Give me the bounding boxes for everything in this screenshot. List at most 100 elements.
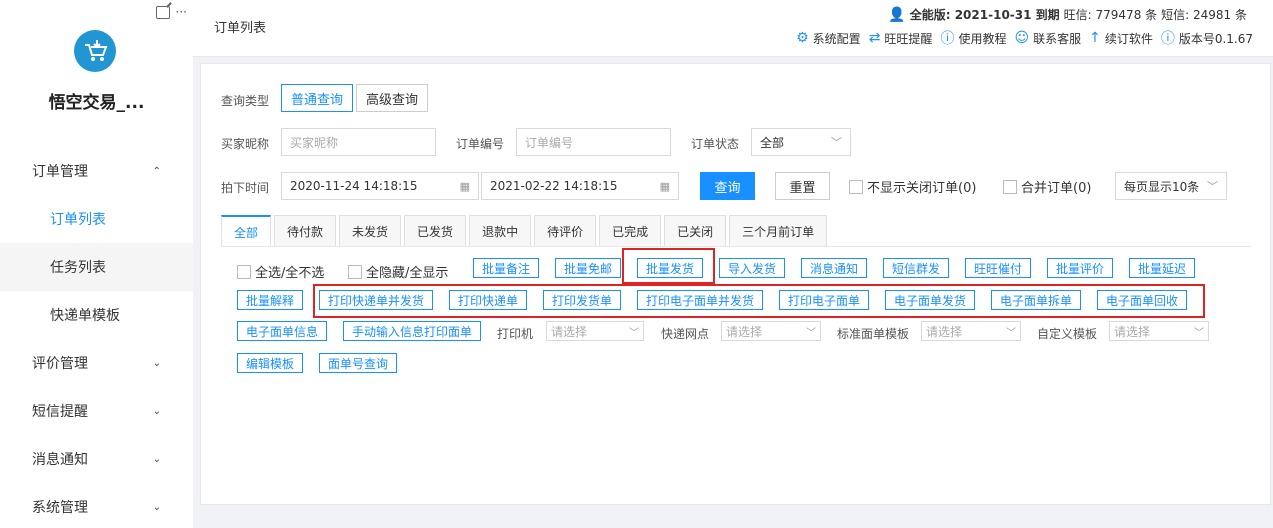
printer-label: 打印机: [497, 327, 534, 341]
wangwang-reminder-link[interactable]: ⇄ 旺旺提醒: [869, 30, 933, 47]
link-label: 使用教程: [958, 31, 1007, 46]
menu-order-management[interactable]: 订单管理 ⌃: [0, 147, 193, 195]
tab-shipped[interactable]: 已发货: [404, 215, 467, 247]
custom-template-label: 自定义模板: [1037, 327, 1098, 341]
checkbox-label: 合并订单(0): [1021, 181, 1092, 196]
search-button[interactable]: 查询: [700, 172, 755, 200]
checkbox-box[interactable]: [348, 264, 362, 279]
tab-pending-review[interactable]: 待评价: [534, 215, 597, 247]
app-name: 悟空交易_...: [48, 93, 145, 113]
tab-pending-payment[interactable]: 待付款: [274, 215, 337, 247]
status-tabs: 全部 待付款 未发货 已发货 退款中 待评价 已完成 已关闭 三个月前订单: [221, 215, 828, 247]
tutorial-link[interactable]: ⓘ 使用教程: [940, 28, 1006, 48]
wangwang-urge-button[interactable]: 旺旺催付: [965, 258, 1032, 278]
hide-all-checkbox[interactable]: 全隐藏/全显示: [348, 262, 448, 281]
highlight-print-actions: [313, 284, 1205, 318]
buyer-nick-input[interactable]: 买家昵称: [281, 128, 436, 156]
account-info: 👤 全能版: 2021-10-31 到期 旺信: 779478 条 短信: 24…: [888, 6, 1247, 23]
import-ship-button[interactable]: 导入发货: [719, 258, 786, 278]
tab-refunding[interactable]: 退款中: [469, 215, 532, 247]
menu-label: 快递单模板: [50, 308, 120, 324]
printer-select[interactable]: 请选择 ﹀: [546, 321, 644, 341]
batch-free-shipping-button[interactable]: 批量免邮: [555, 258, 622, 278]
checkbox-box[interactable]: [1003, 179, 1017, 194]
manual-print-waybill-button[interactable]: 手动输入信息打印面单: [343, 321, 482, 341]
reset-button[interactable]: 重置: [775, 172, 830, 200]
menu-review-management[interactable]: 评价管理 ⌄: [0, 339, 193, 387]
checkbox-box[interactable]: [237, 264, 251, 279]
menu-label: 订单列表: [50, 212, 106, 228]
order-no-label: 订单编号: [456, 137, 505, 151]
checkbox-label: 全选/全不选: [255, 266, 325, 281]
checkbox-box[interactable]: [849, 179, 863, 194]
wangxin-count: 旺信: 779478 条: [1063, 8, 1158, 22]
placeholder: 买家昵称: [290, 135, 339, 150]
batch-delay-button[interactable]: 批量延迟: [1129, 258, 1196, 278]
arrow-up-icon: ↑: [1089, 30, 1101, 46]
menu-message-notice[interactable]: 消息通知 ⌄: [0, 435, 193, 483]
chevron-down-icon: ⌄: [152, 405, 161, 417]
order-status-select[interactable]: 全部 ﹀: [751, 128, 851, 156]
menu-sms-reminder[interactable]: 短信提醒 ⌄: [0, 387, 193, 435]
order-no-input[interactable]: 订单编号: [516, 128, 671, 156]
merge-orders-checkbox[interactable]: 合并订单(0): [1003, 177, 1091, 196]
advanced-query-button[interactable]: 高级查询: [356, 84, 428, 112]
menu-express-template[interactable]: 快递单模板: [0, 291, 193, 339]
standard-template-select[interactable]: 请选择 ﹀: [921, 321, 1021, 341]
renew-link[interactable]: ↑ 续订软件: [1089, 30, 1153, 47]
start-time-input[interactable]: 2020-11-24 14:18:15 ▦: [281, 172, 479, 200]
system-config-link[interactable]: ⚙ 系统配置: [796, 30, 861, 47]
checkbox-label: 全隐藏/全显示: [366, 266, 449, 281]
order-time-label: 拍下时间: [221, 181, 270, 195]
hide-closed-checkbox[interactable]: 不显示关闭订单(0): [849, 177, 976, 196]
more-icon[interactable]: ···: [176, 4, 187, 20]
edit-icon[interactable]: [155, 5, 170, 19]
message-notice-button[interactable]: 消息通知: [801, 258, 868, 278]
menu-label: 消息通知: [32, 452, 88, 468]
end-time-input[interactable]: 2021-02-22 14:18:15 ▦: [481, 172, 679, 200]
edit-template-button[interactable]: 编辑模板: [237, 353, 304, 373]
custom-template-select[interactable]: 请选择 ﹀: [1109, 321, 1209, 341]
tab-three-months-ago[interactable]: 三个月前订单: [729, 215, 828, 247]
tab-all[interactable]: 全部: [221, 215, 272, 247]
waybill-no-query-button[interactable]: 面单号查询: [319, 353, 398, 373]
contact-support-link[interactable]: ☺ 联系客服: [1014, 30, 1081, 47]
menu-label: 评价管理: [32, 356, 88, 372]
chevron-down-icon: ﹀: [806, 327, 816, 339]
link-label: 联系客服: [1033, 31, 1082, 46]
buyer-nick-label: 买家昵称: [221, 137, 270, 151]
calendar-icon: ▦: [459, 179, 470, 193]
sms-broadcast-button[interactable]: 短信群发: [883, 258, 950, 278]
menu-label: 任务列表: [50, 260, 106, 276]
chevron-down-icon: ﹀: [629, 327, 639, 339]
chat-icon: ☺: [1014, 30, 1030, 46]
menu-order-list[interactable]: 订单列表: [0, 195, 193, 243]
chevron-down-icon: ⌄: [152, 453, 161, 465]
gear-icon: ⚙: [796, 30, 809, 46]
e-waybill-info-button[interactable]: 电子面单信息: [237, 321, 328, 341]
express-site-select[interactable]: 请选择 ﹀: [721, 321, 821, 341]
page-size-select[interactable]: 每页显示10条 ﹀: [1115, 172, 1227, 200]
batch-review-button[interactable]: 批量评价: [1047, 258, 1114, 278]
order-list-card: 查询类型 普通查询 高级查询 买家昵称 买家昵称 订单编号 订单编号 订单状态 …: [200, 63, 1271, 505]
express-site-label: 快递网点: [661, 327, 710, 341]
menu-system-management[interactable]: 系统管理 ⌄: [0, 483, 193, 528]
end-time-value: 2021-02-22 14:18:15: [490, 179, 618, 193]
start-time-value: 2020-11-24 14:18:15: [290, 179, 418, 193]
header: 订单列表 👤 全能版: 2021-10-31 到期 旺信: 779478 条 短…: [193, 0, 1273, 57]
batch-remark-button[interactable]: 批量备注: [473, 258, 540, 278]
version-link[interactable]: ⓘ 版本号0.1.67: [1161, 28, 1253, 48]
sms-count: 短信: 24981 条: [1161, 8, 1247, 22]
tab-not-shipped[interactable]: 未发货: [339, 215, 402, 247]
cart-icon: [85, 40, 108, 61]
menu-task-list[interactable]: 任务列表: [0, 243, 193, 291]
chevron-down-icon: ﹀: [831, 136, 842, 149]
tab-closed[interactable]: 已关闭: [664, 215, 727, 247]
tab-completed[interactable]: 已完成: [599, 215, 662, 247]
batch-explain-button[interactable]: 批量解释: [237, 290, 304, 310]
header-links: ⚙ 系统配置 ⇄ 旺旺提醒 ⓘ 使用教程 ☺ 联系客服 ↑ 续订软件 ⓘ 版本号0.1.67: [796, 28, 1253, 48]
selected-value: 全部: [760, 135, 785, 150]
select-all-checkbox[interactable]: 全选/全不选: [237, 262, 324, 281]
chevron-down-icon: ﹀: [1006, 327, 1016, 339]
normal-query-button[interactable]: 普通查询: [281, 84, 353, 112]
